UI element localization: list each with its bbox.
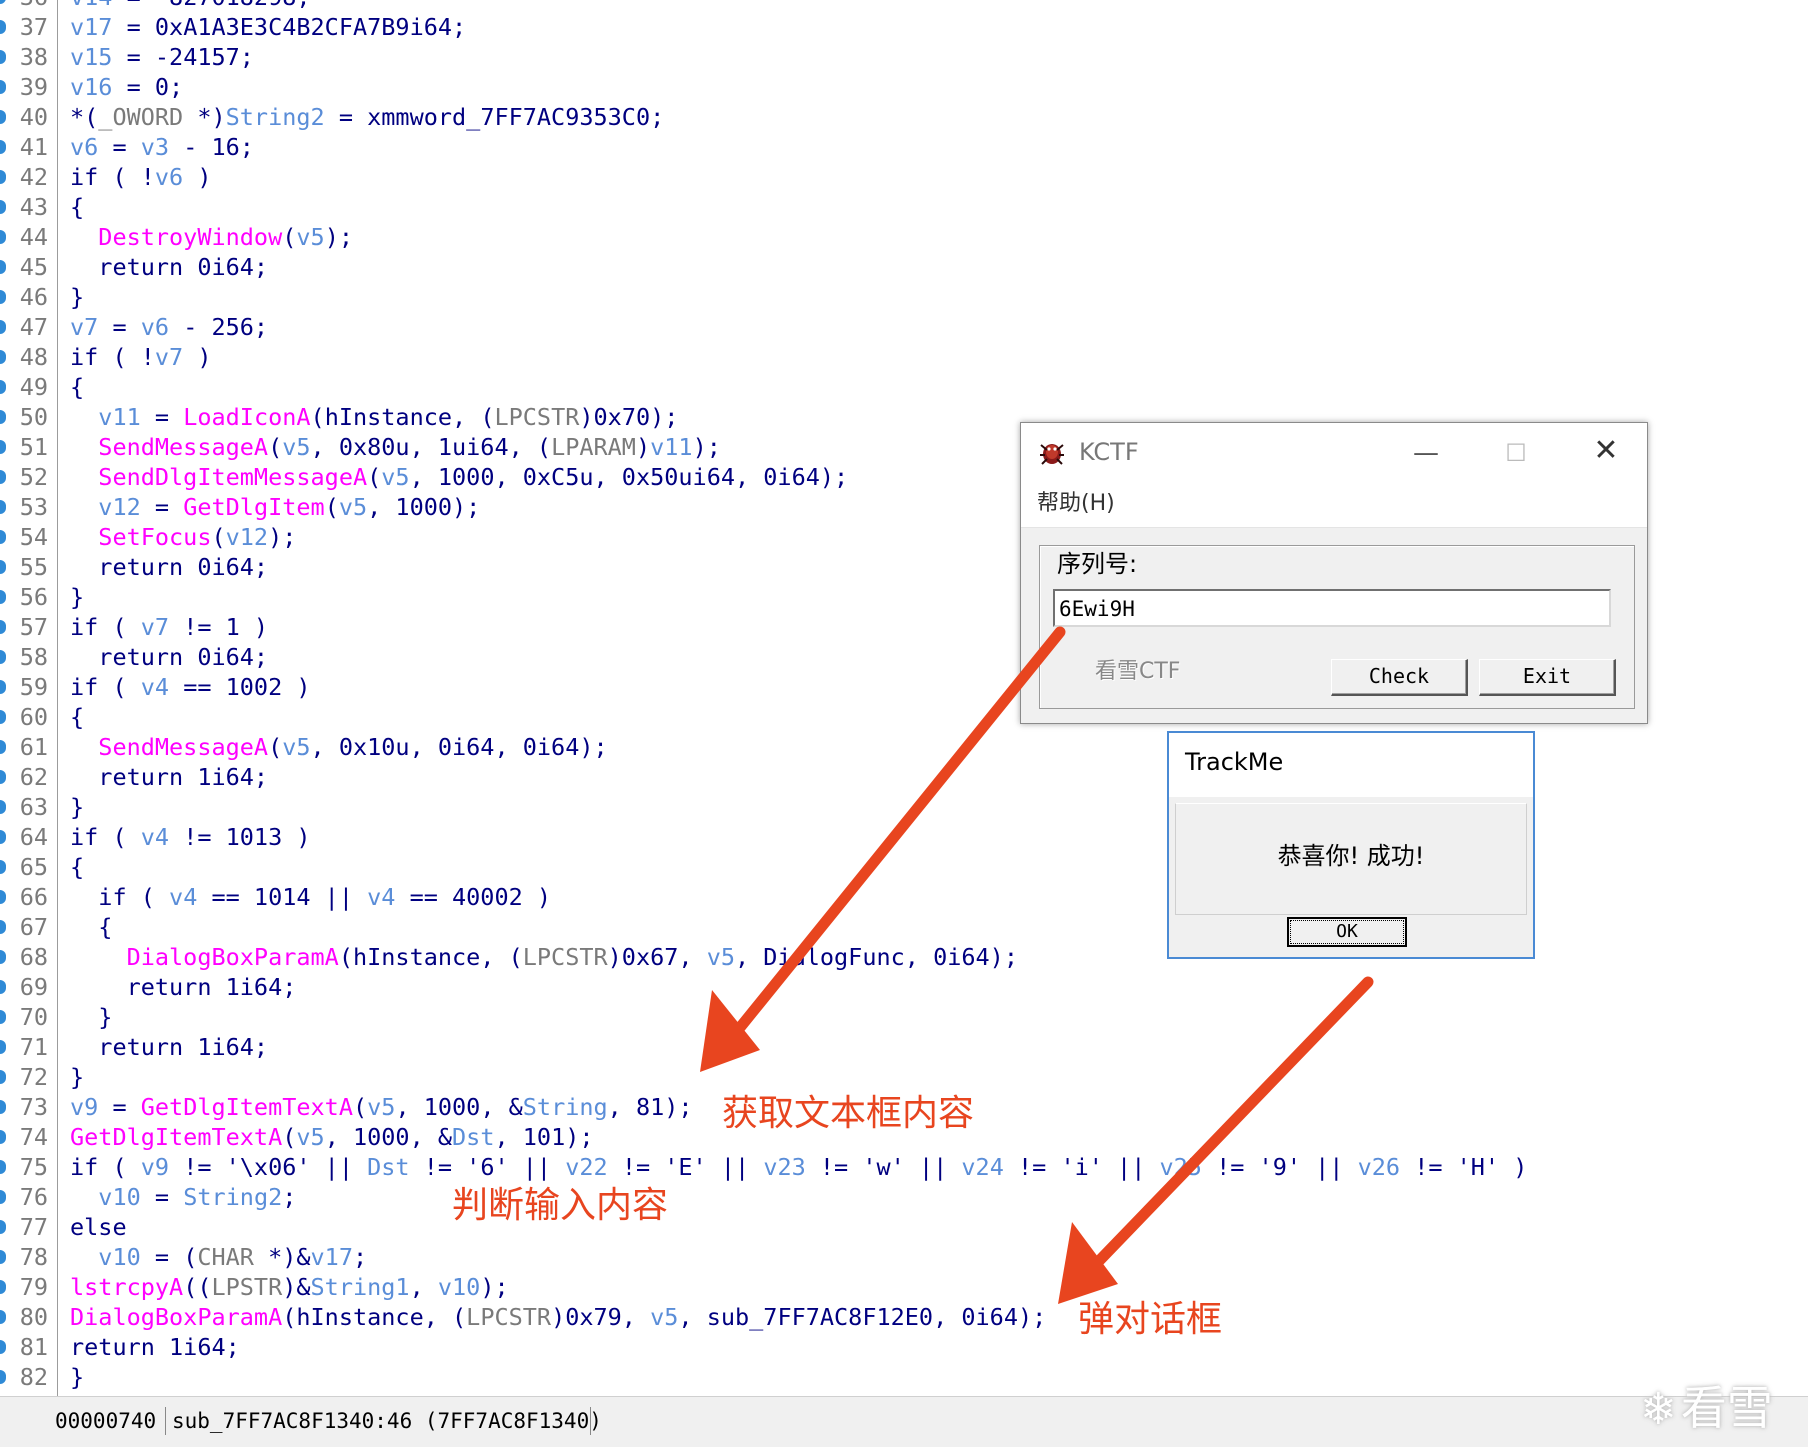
annotation-judge-input: 判断输入内容 xyxy=(452,1185,669,1226)
annotation-arrows xyxy=(700,626,1374,1304)
annotation-get-text: 获取文本框内容 xyxy=(722,1093,975,1134)
annotation-popup-dialog: 弹对话框 xyxy=(1078,1299,1223,1340)
arrow-to-dialogbox xyxy=(1058,976,1374,1304)
arrow-to-gettext xyxy=(700,626,1066,1072)
